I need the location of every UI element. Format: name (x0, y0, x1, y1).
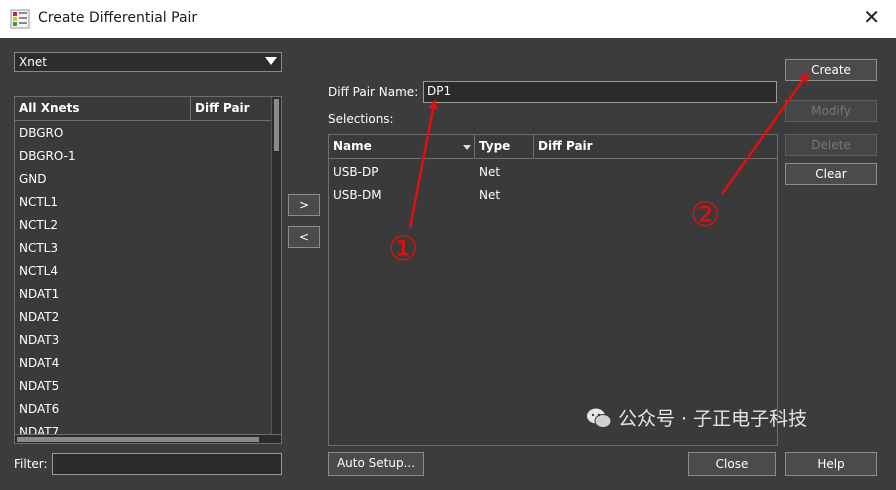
annotation-marker-1: ① (388, 229, 419, 269)
annotation-marker-2: ② (690, 195, 721, 235)
annotation-arrow-1 (408, 99, 438, 229)
wechat-icon (587, 408, 612, 428)
annotation-arrow-2 (720, 71, 809, 195)
watermark-text: 公众号 · 子正电子科技 (618, 408, 808, 430)
